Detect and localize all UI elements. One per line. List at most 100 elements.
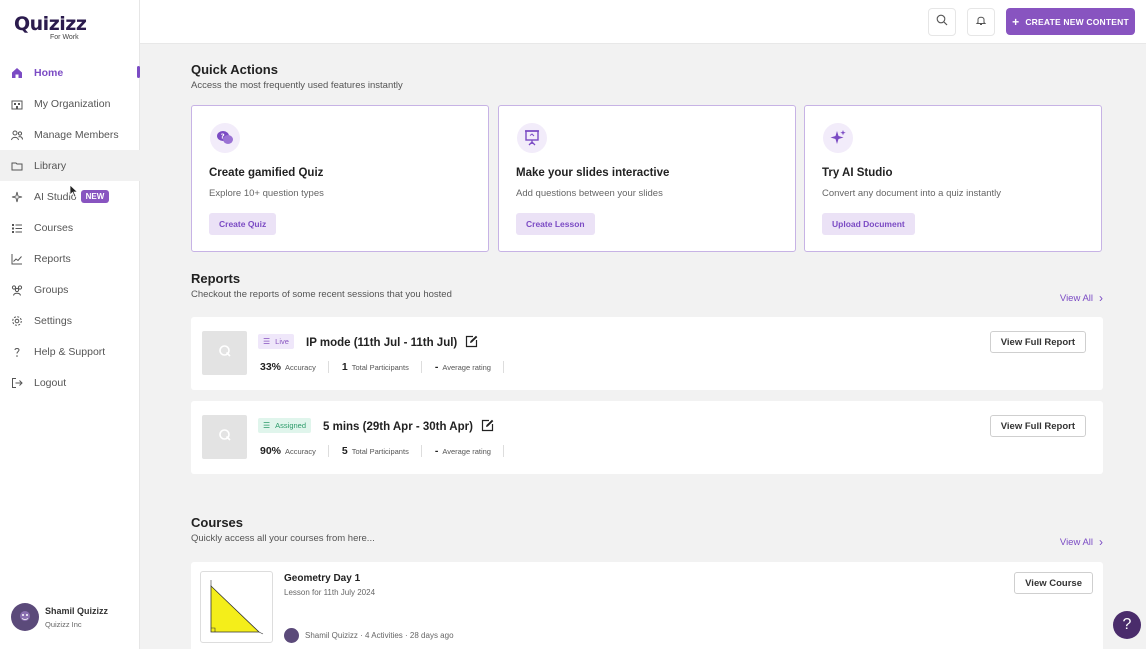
quizizz-q-icon: [218, 344, 232, 363]
card-description: Add questions between your slides: [516, 188, 663, 199]
reports-header: Reports Checkout the reports of some rec…: [191, 271, 1103, 305]
card-title: Try AI Studio: [822, 167, 893, 179]
view-course-button[interactable]: View Course: [1014, 572, 1093, 594]
participants-stat: 1 Total Participants: [342, 361, 422, 373]
rating-stat: - Average rating: [435, 445, 504, 457]
members-icon: [10, 128, 24, 142]
participants-stat: 5 Total Participants: [342, 445, 422, 457]
courses-view-all-link[interactable]: View All ›: [1060, 535, 1103, 549]
view-full-report-button[interactable]: View Full Report: [989, 415, 1086, 437]
rating-stat: - Average rating: [435, 361, 504, 373]
sidebar-nav: Home My Organization Manage Members Libr…: [0, 57, 140, 398]
sidebar-item-reports[interactable]: Reports: [0, 243, 140, 274]
upload-document-button[interactable]: Upload Document: [822, 213, 915, 235]
user-profile[interactable]: Shamil Quizizz Quizizz Inc: [11, 603, 108, 631]
report-title: IP mode (11th Jul - 11th Jul): [306, 335, 478, 351]
create-new-content-button[interactable]: + CREATE NEW CONTENT: [1006, 8, 1135, 35]
create-quiz-button[interactable]: Create Quiz: [209, 213, 277, 235]
rating-label: Average rating: [442, 363, 491, 372]
sidebar-item-manage-members[interactable]: Manage Members: [0, 119, 140, 150]
sidebar-item-courses[interactable]: Courses: [0, 212, 140, 243]
presentation-icon: [517, 123, 547, 153]
report-stats: 90% Accuracy 5 Total Participants - Average…: [260, 445, 517, 457]
course-thumbnail: [200, 571, 273, 643]
quick-actions-subtitle: Access the most frequently used features…: [191, 80, 403, 91]
bell-icon: [975, 13, 987, 31]
search-icon: [936, 13, 948, 31]
sidebar-item-label: Settings: [34, 314, 72, 327]
quick-actions-header: Quick Actions Access the most frequently…: [191, 62, 403, 91]
accuracy-value: 33%: [260, 361, 282, 373]
list-icon: ☰: [263, 421, 271, 430]
svg-text:?: ?: [221, 133, 225, 141]
notifications-button[interactable]: [967, 8, 995, 36]
avatar: [284, 628, 299, 643]
accuracy-label: Accuracy: [285, 363, 316, 372]
quizizz-q-icon: [218, 428, 232, 447]
report-row[interactable]: ☰ Assigned 5 mins (29th Apr - 30th Apr) …: [191, 401, 1103, 474]
chevron-right-icon: ›: [1099, 535, 1103, 549]
edit-icon[interactable]: [465, 335, 478, 351]
new-badge: NEW: [80, 190, 110, 203]
create-lesson-button[interactable]: Create Lesson: [516, 213, 595, 235]
sidebar-item-home[interactable]: Home: [0, 57, 140, 88]
card-description: Explore 10+ question types: [209, 188, 324, 199]
meta-separator: ·: [357, 631, 366, 640]
view-full-report-button[interactable]: View Full Report: [989, 331, 1086, 353]
gear-icon: [10, 314, 24, 328]
search-button[interactable]: [928, 8, 956, 36]
report-row[interactable]: ☰ Live IP mode (11th Jul - 11th Jul) 33%…: [191, 317, 1103, 390]
sidebar-item-logout[interactable]: Logout: [0, 367, 140, 398]
sidebar: Quizizz For Work Home My Organization Ma…: [0, 0, 140, 649]
sidebar-item-my-organization[interactable]: My Organization: [0, 88, 140, 119]
course-card[interactable]: Geometry Day 1 Lesson for 11th July 2024…: [191, 562, 1103, 649]
question-icon: ?: [1122, 616, 1132, 633]
create-new-content-label: CREATE NEW CONTENT: [1025, 16, 1129, 27]
course-title: Geometry Day 1: [284, 573, 361, 584]
sidebar-item-settings[interactable]: Settings: [0, 305, 140, 336]
quiz-chat-icon: ?: [210, 123, 240, 153]
reports-view-all-link[interactable]: View All ›: [1060, 291, 1103, 305]
quizizz-logo[interactable]: Quizizz For Work: [14, 13, 87, 41]
course-meta: Shamil Quizizz · 4 Activities · 28 days …: [284, 628, 454, 643]
card-title: Make your slides interactive: [516, 167, 670, 179]
logo-subtitle: For Work: [50, 34, 79, 41]
sidebar-item-help-support[interactable]: Help & Support: [0, 336, 140, 367]
sparkle-icon: [10, 190, 24, 204]
sidebar-item-label: Manage Members: [34, 128, 119, 141]
reports-subtitle: Checkout the reports of some recent sess…: [191, 289, 452, 300]
quick-action-card-ai-studio[interactable]: Try AI Studio Convert any document into …: [804, 105, 1102, 252]
accuracy-stat: 33% Accuracy: [260, 361, 329, 373]
report-thumbnail: [202, 331, 247, 375]
course-subtitle: Lesson for 11th July 2024: [284, 588, 376, 597]
course-age: 28 days ago: [409, 631, 454, 640]
accuracy-stat: 90% Accuracy: [260, 445, 329, 457]
edit-icon[interactable]: [481, 419, 494, 435]
participants-value: 5: [341, 445, 348, 457]
list-icon: ☰: [263, 337, 271, 346]
quick-action-card-lesson[interactable]: Make your slides interactive Add questio…: [498, 105, 796, 252]
sidebar-item-label: Home: [34, 66, 64, 79]
question-icon: [10, 345, 24, 359]
status-badge: ☰ Assigned: [258, 418, 312, 433]
report-title-text: IP mode (11th Jul - 11th Jul): [306, 337, 458, 349]
chevron-right-icon: ›: [1099, 291, 1103, 305]
participants-label: Total Participants: [351, 447, 409, 456]
mouse-cursor-icon: [69, 184, 79, 203]
home-icon: [10, 66, 24, 80]
avatar: [11, 603, 39, 631]
groups-icon: [10, 283, 24, 297]
card-description: Convert any document into a quiz instant…: [822, 188, 1002, 199]
user-org: Quizizz Inc: [45, 619, 82, 629]
quick-action-card-quiz[interactable]: ? Create gamified Quiz Explore 10+ quest…: [191, 105, 489, 252]
reports-title: Reports: [191, 271, 241, 286]
status-label: Assigned: [275, 421, 307, 430]
help-button[interactable]: ?: [1113, 611, 1141, 639]
active-indicator: [137, 66, 140, 78]
card-title: Create gamified Quiz: [209, 167, 324, 179]
participants-value: 1: [341, 361, 348, 373]
sidebar-item-groups[interactable]: Groups: [0, 274, 140, 305]
sidebar-item-label: My Organization: [34, 97, 111, 110]
sidebar-item-label: Help & Support: [34, 345, 106, 358]
sidebar-item-library[interactable]: Library: [0, 150, 140, 181]
